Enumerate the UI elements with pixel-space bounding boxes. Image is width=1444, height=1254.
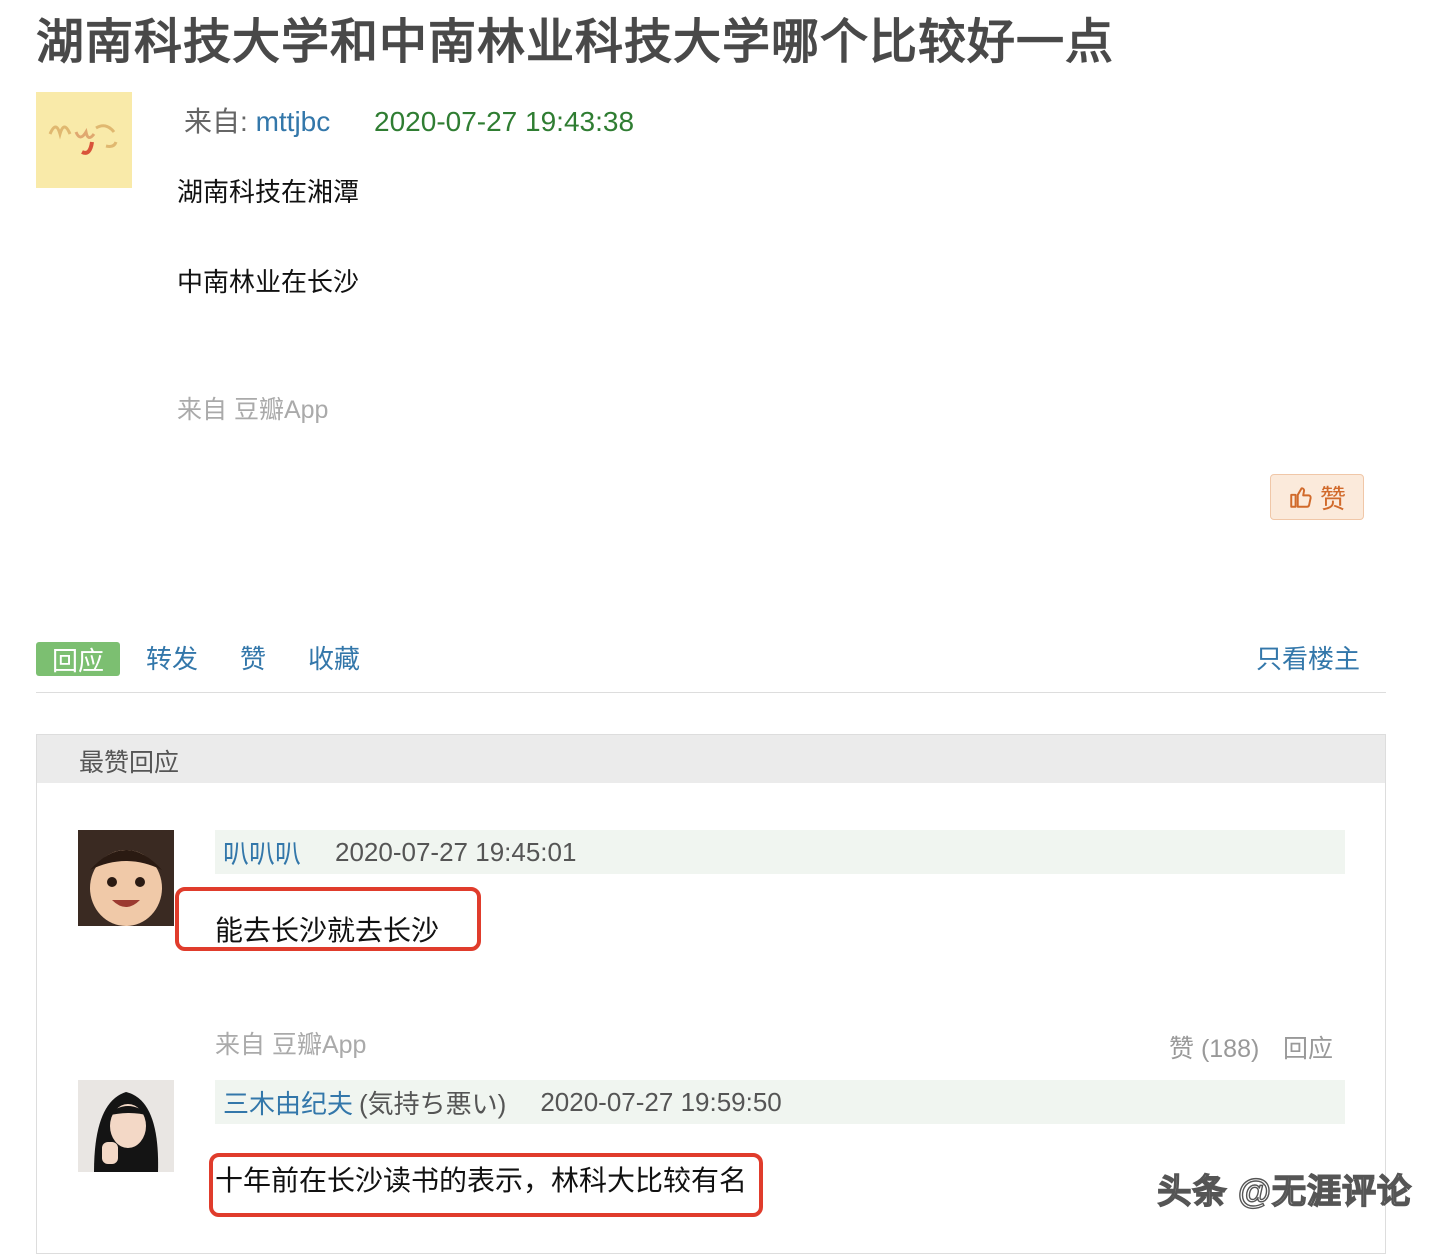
comment-username-link[interactable]: 叭叭叭 [223,834,301,871]
comment-user-note: (気持ち悪い) [359,1088,507,1119]
op-source-app: 来自 豆瓣App [177,396,329,424]
from-label: 来自: [184,106,248,137]
only-op-link[interactable]: 只看楼主 [1256,642,1360,676]
comment-text: 能去长沙就去长沙 [215,915,440,946]
comment-avatar[interactable] [78,1080,174,1172]
comment-timestamp: 2020-07-27 19:45:01 [335,836,577,867]
page-title: 湖南科技大学和中南林业科技大学哪个比较好一点 [36,16,1115,69]
op-paragraph-2: 中南林业在长沙 [177,267,360,297]
op-username-link[interactable]: mttjbc [256,106,331,137]
op-timestamp: 2020-07-27 19:43:38 [374,106,635,137]
reply-button[interactable]: 回应 [36,642,120,676]
like-link[interactable]: 赞 [240,642,266,676]
comment-username-link[interactable]: 三木由纪夫 [223,1084,353,1121]
share-link[interactable]: 转发 [146,642,198,676]
best-replies-title: 最赞回应 [79,749,180,777]
action-bar: 回应 转发 赞 收藏 只看楼主 [36,642,1386,693]
comment-avatar[interactable] [78,830,174,926]
op-avatar-image [36,92,132,188]
girl-avatar-image [78,1080,174,1172]
comment-source-app: 来自 豆瓣App [215,1031,367,1059]
comment-timestamp: 2020-07-27 19:59:50 [540,1086,782,1117]
baby-avatar-image [78,830,174,926]
comment-meta-bar: 三木由纪夫 (気持ち悪い) 2020-07-27 19:59:50 [215,1080,1345,1124]
best-replies-header: 最赞回应 [37,735,1385,783]
op-paragraph-1: 湖南科技在湘潭 [177,177,360,207]
comment-text: 十年前在长沙读书的表示，林科大比较有名 [215,1165,748,1196]
op-like-button[interactable]: 赞 [1270,474,1364,520]
comment-meta-bar: 叭叭叭 2020-07-27 19:45:01 [215,830,1345,874]
comment-like-count[interactable]: 赞 (188) [1169,1029,1259,1065]
comment-reply-link[interactable]: 回应 [1283,1029,1333,1065]
thumbs-up-icon [1290,487,1312,508]
op-meta: 来自: mttjbc 2020-07-27 19:43:38 [184,100,634,140]
watermark: 头条 @无涯评论 [1157,1172,1412,1211]
collect-link[interactable]: 收藏 [308,642,360,676]
op-like-label: 赞 [1319,483,1346,514]
op-avatar[interactable] [36,92,132,188]
